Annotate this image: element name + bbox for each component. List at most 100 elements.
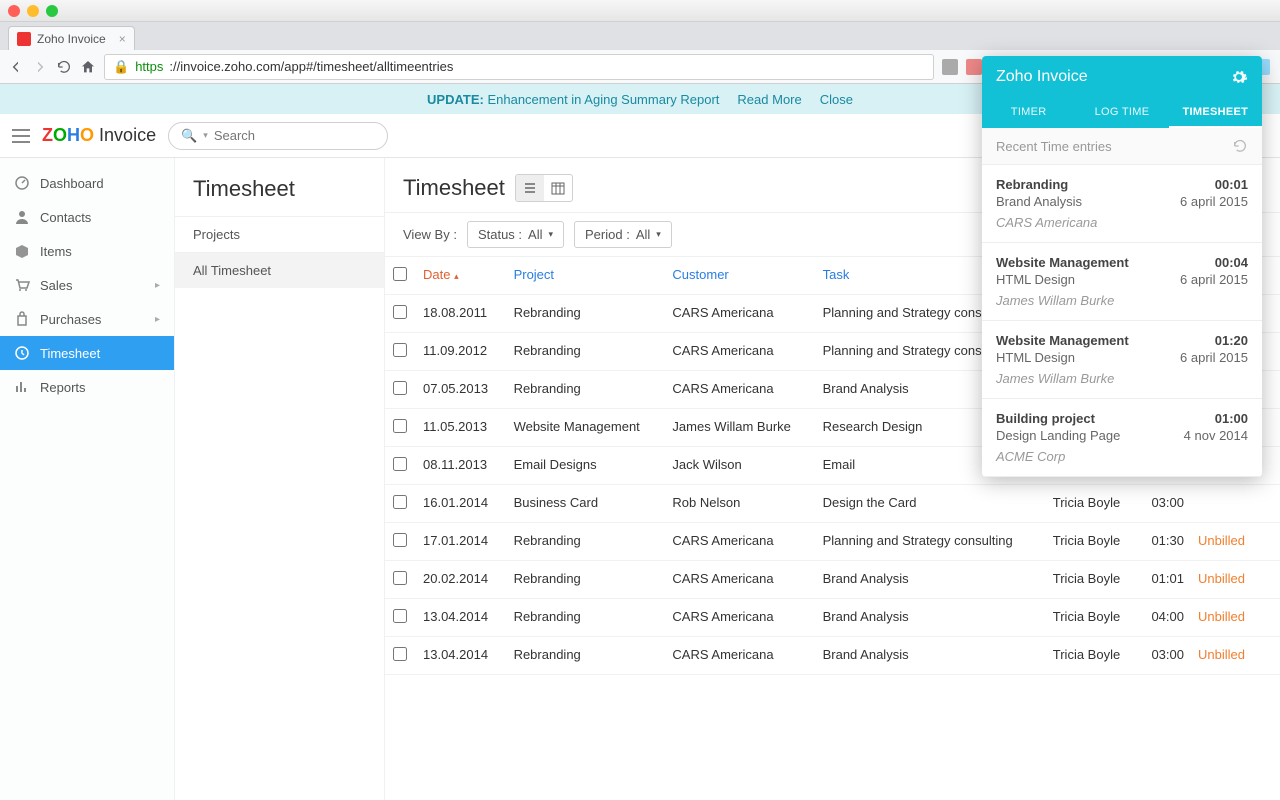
tab-title: Zoho Invoice bbox=[37, 32, 106, 46]
cell-project: Rebranding bbox=[506, 637, 665, 675]
global-search[interactable]: 🔍 ▾ bbox=[168, 122, 388, 150]
url-bar[interactable]: 🔒 https://invoice.zoho.com/app#/timeshee… bbox=[104, 54, 934, 80]
row-checkbox[interactable] bbox=[385, 637, 415, 675]
cell-task: Planning and Strategy consulting bbox=[815, 523, 1045, 561]
back-button[interactable] bbox=[8, 58, 24, 76]
cell-customer: CARS Americana bbox=[664, 371, 814, 409]
forward-button[interactable] bbox=[32, 58, 48, 76]
refresh-icon[interactable] bbox=[1232, 138, 1248, 154]
cell-status bbox=[1190, 485, 1280, 523]
column-header-date[interactable]: Date ▴ bbox=[415, 257, 506, 295]
ext-icon[interactable] bbox=[966, 59, 982, 75]
row-checkbox[interactable] bbox=[385, 523, 415, 561]
column-header-customer[interactable]: Customer bbox=[664, 257, 814, 295]
cell-user: Tricia Boyle bbox=[1045, 599, 1138, 637]
cell-date: 17.01.2014 bbox=[415, 523, 506, 561]
recent-entries-label: Recent Time entries bbox=[996, 139, 1112, 154]
table-row[interactable]: 13.04.2014RebrandingCARS AmericanaBrand … bbox=[385, 637, 1280, 675]
cell-user: Tricia Boyle bbox=[1045, 561, 1138, 599]
cell-status: Unbilled bbox=[1190, 523, 1280, 561]
row-checkbox[interactable] bbox=[385, 447, 415, 485]
window-zoom-dot[interactable] bbox=[46, 5, 58, 17]
banner-close-link[interactable]: Close bbox=[820, 92, 853, 107]
row-checkbox[interactable] bbox=[385, 485, 415, 523]
left-sidebar: DashboardContactsItemsSales▸Purchases▸Ti… bbox=[0, 158, 175, 800]
column-header-project[interactable]: Project bbox=[506, 257, 665, 295]
status-filter[interactable]: Status : All ▾ bbox=[467, 221, 564, 248]
cell-status: Unbilled bbox=[1190, 561, 1280, 599]
banner-message: Enhancement in Aging Summary Report bbox=[487, 92, 719, 107]
recent-entry[interactable]: Building project01:00Design Landing Page… bbox=[982, 399, 1262, 477]
search-input[interactable] bbox=[214, 128, 390, 143]
secondary-item[interactable]: All Timesheet bbox=[175, 252, 384, 288]
chevron-down-icon: ▾ bbox=[548, 229, 553, 240]
browser-tab-strip: Zoho Invoice × bbox=[0, 22, 1280, 50]
recent-entry[interactable]: Website Management01:20HTML Design6 apri… bbox=[982, 321, 1262, 399]
entry-project: Building project bbox=[996, 411, 1095, 426]
row-checkbox[interactable] bbox=[385, 371, 415, 409]
ext-tab-timer[interactable]: TIMER bbox=[982, 98, 1075, 128]
zoho-logo: ZOHO Invoice bbox=[42, 125, 156, 146]
cell-project: Rebranding bbox=[506, 295, 665, 333]
entry-task: HTML Design bbox=[996, 272, 1075, 287]
sidebar-item-dashboard[interactable]: Dashboard bbox=[0, 166, 174, 200]
cell-date: 20.02.2014 bbox=[415, 561, 506, 599]
sidebar-item-sales[interactable]: Sales▸ bbox=[0, 268, 174, 302]
row-checkbox[interactable] bbox=[385, 561, 415, 599]
cell-customer: Jack Wilson bbox=[664, 447, 814, 485]
cell-customer: CARS Americana bbox=[664, 561, 814, 599]
select-all-checkbox[interactable] bbox=[385, 257, 415, 295]
gear-icon[interactable] bbox=[1230, 68, 1248, 86]
ext-tab-timesheet[interactable]: TIMESHEET bbox=[1169, 98, 1262, 128]
cell-date: 07.05.2013 bbox=[415, 371, 506, 409]
reload-button[interactable] bbox=[56, 58, 72, 76]
table-row[interactable]: 16.01.2014Business CardRob NelsonDesign … bbox=[385, 485, 1280, 523]
row-checkbox[interactable] bbox=[385, 599, 415, 637]
sidebar-item-purchases[interactable]: Purchases▸ bbox=[0, 302, 174, 336]
cell-date: 16.01.2014 bbox=[415, 485, 506, 523]
banner-lead: UPDATE: bbox=[427, 92, 484, 107]
entry-task: HTML Design bbox=[996, 350, 1075, 365]
hamburger-icon[interactable] bbox=[12, 129, 30, 143]
cell-project: Rebranding bbox=[506, 599, 665, 637]
banner-read-more-link[interactable]: Read More bbox=[737, 92, 801, 107]
recent-entry[interactable]: Website Management00:04HTML Design6 apri… bbox=[982, 243, 1262, 321]
cell-date: 18.08.2011 bbox=[415, 295, 506, 333]
cell-project: Rebranding bbox=[506, 371, 665, 409]
cell-date: 13.04.2014 bbox=[415, 637, 506, 675]
sidebar-item-contacts[interactable]: Contacts bbox=[0, 200, 174, 234]
entry-customer: ACME Corp bbox=[996, 449, 1248, 464]
entry-project: Rebranding bbox=[996, 177, 1068, 192]
close-icon[interactable]: × bbox=[119, 32, 126, 46]
entry-date: 4 nov 2014 bbox=[1184, 428, 1248, 443]
sidebar-item-items[interactable]: Items bbox=[0, 234, 174, 268]
row-checkbox[interactable] bbox=[385, 333, 415, 371]
period-filter[interactable]: Period : All ▾ bbox=[574, 221, 672, 248]
secondary-sidebar: Timesheet ProjectsAll Timesheet bbox=[175, 158, 385, 800]
row-checkbox[interactable] bbox=[385, 409, 415, 447]
entry-time: 01:00 bbox=[1215, 411, 1248, 426]
table-row[interactable]: 20.02.2014RebrandingCARS AmericanaBrand … bbox=[385, 561, 1280, 599]
window-close-dot[interactable] bbox=[8, 5, 20, 17]
browser-tab[interactable]: Zoho Invoice × bbox=[8, 26, 135, 50]
shield-icon[interactable] bbox=[942, 59, 958, 75]
table-row[interactable]: 17.01.2014RebrandingCARS AmericanaPlanni… bbox=[385, 523, 1280, 561]
home-button[interactable] bbox=[80, 58, 96, 76]
cell-date: 13.04.2014 bbox=[415, 599, 506, 637]
favicon-icon bbox=[17, 32, 31, 46]
dropdown-caret-icon[interactable]: ▾ bbox=[203, 130, 208, 141]
list-view-button[interactable] bbox=[516, 175, 544, 201]
sidebar-item-reports[interactable]: Reports bbox=[0, 370, 174, 404]
sidebar-item-label: Reports bbox=[40, 380, 86, 395]
secondary-item[interactable]: Projects bbox=[175, 216, 384, 252]
table-row[interactable]: 13.04.2014RebrandingCARS AmericanaBrand … bbox=[385, 599, 1280, 637]
row-checkbox[interactable] bbox=[385, 295, 415, 333]
lock-icon: 🔒 bbox=[113, 59, 129, 75]
cell-project: Rebranding bbox=[506, 333, 665, 371]
entry-project: Website Management bbox=[996, 333, 1129, 348]
window-minimize-dot[interactable] bbox=[27, 5, 39, 17]
recent-entry[interactable]: Rebranding00:01Brand Analysis6 april 201… bbox=[982, 165, 1262, 243]
calendar-view-button[interactable] bbox=[544, 175, 572, 201]
sidebar-item-timesheet[interactable]: Timesheet bbox=[0, 336, 174, 370]
ext-tab-log-time[interactable]: LOG TIME bbox=[1075, 98, 1168, 128]
